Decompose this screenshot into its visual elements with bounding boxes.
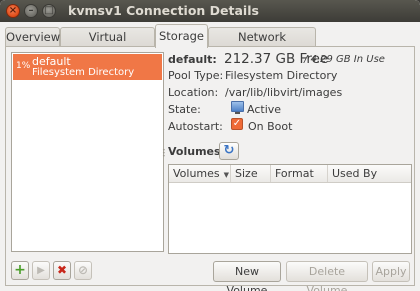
pool-type-value: Filesystem Directory: [225, 69, 338, 82]
add-icon: +: [14, 262, 26, 278]
storage-pool-list[interactable]: 1% default Filesystem Directory: [11, 52, 164, 252]
autostart-value[interactable]: On Boot: [248, 120, 292, 133]
connection-details-window: × – □ kvmsv1 Connection Details Overview…: [0, 0, 420, 291]
maximize-window-button[interactable]: □: [42, 4, 56, 18]
new-volume-button[interactable]: New Volume: [213, 261, 281, 291]
pane-resize-grip[interactable]: • • •: [162, 148, 166, 160]
apply-button[interactable]: Apply: [372, 261, 410, 282]
column-header-format[interactable]: Format: [271, 165, 328, 182]
sort-down-icon: ▼: [223, 171, 230, 179]
pool-type-label: Pool Type:: [168, 69, 224, 82]
maximize-icon: □: [44, 5, 54, 16]
tab-virtual-networks[interactable]: Virtual Networks: [60, 27, 155, 63]
column-header-volumes[interactable]: Volumes ▼: [169, 165, 231, 182]
tab-storage[interactable]: Storage: [155, 24, 208, 48]
start-pool-button[interactable]: ▶: [32, 261, 50, 280]
pool-type: Filesystem Directory: [32, 67, 135, 78]
pool-name-heading: default:: [168, 53, 217, 66]
tab-overview[interactable]: Overview: [5, 27, 60, 47]
delete-volume-button[interactable]: Delete Volume: [286, 261, 368, 291]
state-value: Active: [247, 103, 282, 116]
title-bar: × – □ kvmsv1 Connection Details: [0, 0, 420, 22]
add-pool-button[interactable]: +: [11, 261, 29, 280]
minimize-icon: –: [28, 5, 34, 16]
location-value: /var/lib/libvirt/images: [225, 86, 343, 99]
stop-icon: ⊘: [77, 263, 89, 277]
storage-panel: 1% default Filesystem Directory default:…: [5, 46, 415, 291]
volumes-table-header: Volumes ▼ Size Format Used By: [169, 165, 411, 183]
pool-row-default[interactable]: 1% default Filesystem Directory: [13, 54, 162, 80]
refresh-icon: ↻: [223, 143, 235, 158]
column-header-size[interactable]: Size: [231, 165, 271, 182]
pool-usage-percent: 1%: [16, 61, 31, 71]
window-title: kvmsv1 Connection Details: [68, 3, 259, 18]
delete-pool-button[interactable]: ✖: [53, 261, 71, 280]
delete-icon: ✖: [56, 263, 68, 277]
close-icon: ×: [8, 5, 18, 16]
volumes-heading: Volumes: [168, 145, 221, 158]
minimize-window-button[interactable]: –: [24, 4, 38, 18]
start-icon: ▶: [37, 265, 45, 276]
autostart-checkbox[interactable]: ✓: [231, 118, 243, 130]
state-label: State:: [168, 103, 201, 116]
refresh-volumes-button[interactable]: ↻: [219, 142, 239, 160]
close-window-button[interactable]: ×: [6, 4, 20, 18]
state-active-icon: [231, 101, 244, 114]
autostart-label: Autostart:: [168, 120, 223, 133]
location-label: Location:: [168, 86, 219, 99]
pool-used-space: / 4.29 GB In Use: [304, 54, 385, 65]
column-header-used-by[interactable]: Used By: [328, 165, 411, 182]
tab-network-interfaces[interactable]: Network Interfaces: [208, 27, 316, 63]
volumes-table[interactable]: Volumes ▼ Size Format Used By: [168, 164, 412, 254]
stop-pool-button[interactable]: ⊘: [74, 261, 92, 280]
